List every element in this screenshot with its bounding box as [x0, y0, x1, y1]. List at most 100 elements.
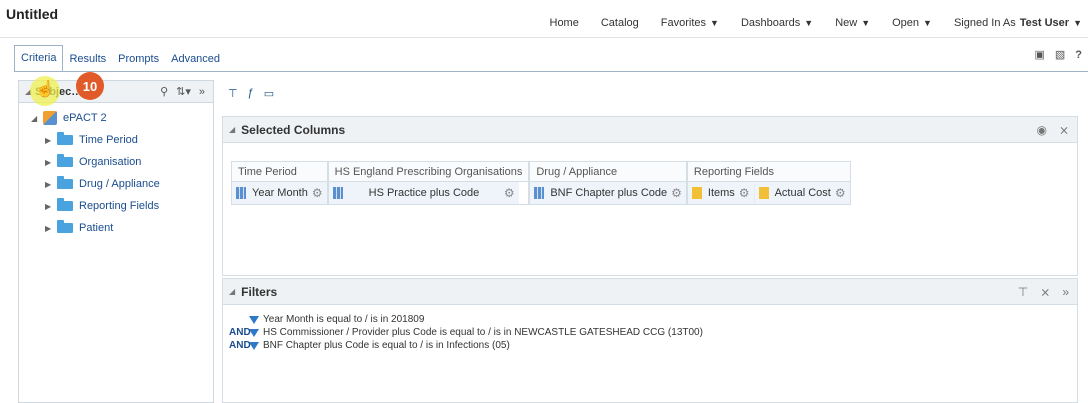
remove-all-icon[interactable]: ⨯ [1040, 285, 1050, 299]
tab-divider [14, 71, 1088, 72]
column-chip[interactable]: Items ⚙ [687, 182, 755, 204]
remove-all-icon[interactable]: ⨯ [1059, 123, 1069, 137]
folder-icon [57, 154, 73, 167]
search-icon[interactable]: ⚲ [160, 85, 168, 98]
folder-icon [57, 176, 73, 189]
save-as-icon[interactable]: ▧ [1055, 48, 1065, 61]
page-title: Untitled [6, 6, 59, 22]
column-group: Reporting Fields Items ⚙ Actual Cost ⚙ [686, 161, 851, 205]
selected-columns-title: Selected Columns [241, 122, 346, 137]
filters-header: ◢ Filters ⊤ ⨯ » [223, 279, 1077, 305]
filters-section: ◢ Filters ⊤ ⨯ » Year Month is equal to /… [222, 278, 1078, 403]
editor-tabs: Criteria Results Prompts Advanced [14, 44, 226, 72]
folder-icon [57, 198, 73, 211]
tab-results[interactable]: Results [63, 47, 112, 72]
sort-icon[interactable]: ⇅▾ [176, 85, 191, 98]
help-icon[interactable]: ? [1075, 49, 1082, 61]
user-caret-icon[interactable]: ▼ [1073, 18, 1082, 28]
column-chip[interactable]: BNF Chapter plus Code ⚙ [530, 182, 686, 204]
calculation-icon[interactable]: ƒ [248, 87, 254, 99]
gear-icon[interactable]: ⚙ [671, 186, 682, 200]
column-group: Time Period Year Month ⚙ [231, 161, 328, 205]
combine-icon[interactable]: ▭ [264, 87, 274, 100]
add-filter-icon[interactable]: ⊤ [1018, 285, 1028, 299]
collapse-icon[interactable]: ◢ [229, 287, 235, 296]
tree-folder[interactable]: ▶ Patient [31, 217, 213, 239]
collapsed-icon[interactable]: ▶ [45, 180, 57, 189]
gear-icon[interactable]: ⚙ [504, 186, 515, 200]
collapsed-icon[interactable]: ▶ [45, 158, 57, 167]
expanded-icon[interactable]: ◢ [31, 114, 43, 123]
nav-open-label: Open [892, 17, 920, 29]
filter-text: BNF Chapter plus Code is equal to / is i… [263, 340, 510, 351]
collapsed-icon[interactable]: ▶ [45, 136, 57, 145]
caret-down-icon: ▼ [861, 18, 871, 28]
caret-down-icon: ▼ [923, 18, 932, 28]
gear-icon[interactable]: ⚙ [835, 186, 846, 200]
tab-prompts[interactable]: Prompts [112, 47, 165, 72]
filter-icon [249, 315, 259, 324]
expand-panel-icon[interactable]: » [199, 86, 205, 98]
tree-folder[interactable]: ▶ Drug / Appliance [31, 173, 213, 195]
filter-icon[interactable]: ⊤ [228, 87, 238, 100]
attribute-icon [332, 187, 343, 199]
filter-list: Year Month is equal to / is in 201809 AN… [223, 305, 1077, 352]
column-group-title: Time Period [232, 162, 327, 182]
filter-row[interactable]: Year Month is equal to / is in 201809 [229, 313, 1077, 326]
nav-home[interactable]: Home [550, 17, 579, 29]
criteria-workspace: ⊤ ƒ ▭ ◢ Selected Columns ◉ ⨯ Time Period… [222, 80, 1088, 403]
tree-folder[interactable]: ▶ Time Period [31, 129, 213, 151]
column-group-title: HS England Prescribing Organisations [328, 162, 529, 182]
column-label: Items [707, 187, 735, 199]
column-label: HS Practice plus Code [368, 187, 480, 199]
column-chip[interactable]: Actual Cost ⚙ [754, 182, 850, 204]
nav-catalog[interactable]: Catalog [601, 17, 639, 29]
caret-down-icon: ▼ [710, 18, 719, 28]
filter-row[interactable]: AND BNF Chapter plus Code is equal to / … [229, 339, 1077, 352]
gear-icon[interactable]: ⚙ [312, 186, 323, 200]
criteria-toolbar: ⊤ ƒ ▭ [222, 80, 1088, 106]
attribute-icon [534, 187, 545, 199]
tree-root-label: ePACT 2 [63, 112, 107, 124]
filter-operator[interactable]: AND [229, 340, 251, 351]
attribute-icon [236, 187, 246, 199]
column-label: Year Month [252, 187, 308, 199]
collapsed-icon[interactable]: ▶ [45, 202, 57, 211]
tab-criteria[interactable]: Criteria [14, 45, 64, 72]
column-group-title: Reporting Fields [687, 162, 850, 182]
tab-advanced[interactable]: Advanced [165, 47, 226, 72]
filter-text: Year Month is equal to / is in 201809 [263, 314, 425, 325]
folder-label: Patient [79, 222, 114, 234]
hand-cursor-icon: ☝ [35, 81, 55, 98]
tree-folder[interactable]: ▶ Reporting Fields [31, 195, 213, 217]
filters-tools: ⊤ ⨯ » [1006, 285, 1069, 299]
collapsed-icon[interactable]: ▶ [45, 224, 57, 233]
column-chip[interactable]: Year Month ⚙ [232, 182, 327, 204]
folder-icon [57, 220, 73, 233]
filter-operator[interactable]: AND [229, 327, 251, 338]
nav-new[interactable]: New ▼ [835, 17, 870, 29]
nav-catalog-label: Catalog [600, 17, 639, 29]
filter-icon [249, 328, 259, 337]
tree-root[interactable]: ◢ ePACT 2 [31, 107, 213, 129]
save-icon[interactable]: ▣ [1034, 48, 1044, 61]
visibility-icon[interactable]: ◉ [1036, 123, 1046, 137]
nav-new-label: New [835, 17, 858, 29]
column-chip[interactable]: HS Practice plus Code ⚙ [328, 182, 519, 204]
gear-icon[interactable]: ⚙ [739, 186, 750, 200]
measure-icon [691, 187, 702, 199]
selected-columns-section: ◢ Selected Columns ◉ ⨯ Time Period Year … [222, 116, 1078, 276]
tree-folder[interactable]: ▶ Organisation [31, 151, 213, 173]
nav-dashboards-label: Dashboards [740, 17, 801, 29]
column-label: BNF Chapter plus Code [550, 187, 668, 199]
folder-icon [57, 132, 73, 145]
collapse-icon[interactable]: ◢ [229, 125, 235, 134]
column-group: Drug / Appliance BNF Chapter plus Code ⚙ [529, 161, 687, 205]
nav-favorites[interactable]: Favorites ▼ [661, 17, 719, 29]
nav-dashboards[interactable]: Dashboards ▼ [741, 17, 813, 29]
nav-open[interactable]: Open ▼ [892, 17, 932, 29]
column-label: Actual Cost [774, 187, 831, 199]
filter-row[interactable]: AND HS Commissioner / Provider plus Code… [229, 326, 1077, 339]
user-menu[interactable]: Test User [1020, 17, 1069, 29]
expand-icon[interactable]: » [1062, 285, 1069, 299]
